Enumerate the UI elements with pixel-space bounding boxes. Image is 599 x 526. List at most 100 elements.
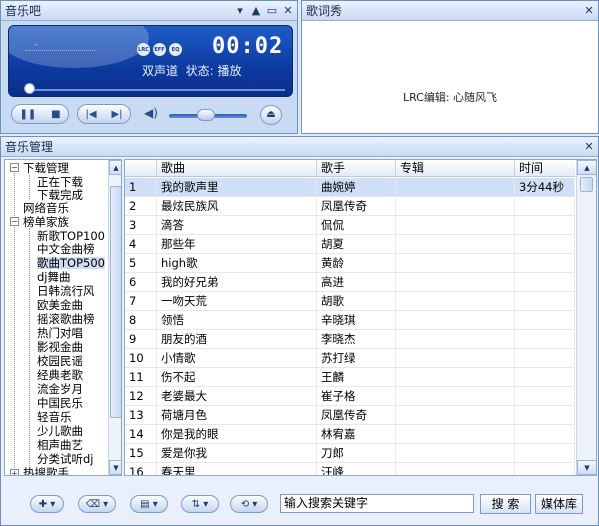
tree-item-download[interactable]: 下载管理	[23, 162, 69, 174]
column-header-song[interactable]: 歌曲	[157, 160, 317, 177]
progress-bar[interactable]	[29, 89, 285, 91]
table-row[interactable]: 3 滴答 侃侃	[125, 216, 575, 235]
table-row[interactable]: 14 你是我的眼 林宥嘉	[125, 425, 575, 444]
play-pause-icon[interactable]: ❚❚	[19, 109, 36, 120]
eject-icon[interactable]: ⏏	[260, 105, 282, 125]
volume-icon[interactable]: ◀)	[144, 106, 158, 120]
tree-item-chart[interactable]: 中文金曲榜	[37, 243, 95, 255]
table-row[interactable]: 6 我的好兄弟 高进	[125, 273, 575, 292]
tree-scrollbar[interactable]: ▲ ▼	[108, 160, 121, 475]
tree-item-chart[interactable]: 流金岁月	[37, 383, 83, 395]
manager-title: 音乐管理	[5, 140, 54, 154]
cell-album	[396, 463, 515, 475]
cell-time	[515, 349, 575, 368]
tree-item-web-music[interactable]: 网络音乐	[23, 202, 69, 214]
table-row[interactable]: 9 朋友的酒 李晓杰	[125, 330, 575, 349]
media-library-button[interactable]: 媒体库	[535, 494, 583, 514]
column-header-time[interactable]: 时间	[515, 160, 575, 177]
table-row[interactable]: 7 一吻天荒 胡歌	[125, 292, 575, 311]
table-row[interactable]: 2 最炫民族风 凤凰传奇	[125, 197, 575, 216]
next-icon[interactable]: ▶|	[111, 109, 122, 120]
cell-time	[515, 368, 575, 387]
delete-button[interactable]: ⌫ ▾	[78, 495, 116, 513]
prev-icon[interactable]: |◀	[85, 109, 96, 120]
menu-dropdown-icon[interactable]: ▾	[233, 4, 247, 18]
restore-icon[interactable]: ▭	[265, 4, 279, 18]
eq-badge-icon[interactable]: EQ	[169, 43, 182, 56]
loop-button[interactable]: ⟲ ▾	[230, 495, 268, 513]
scroll-up-icon[interactable]: ▲	[577, 160, 596, 175]
scroll-thumb[interactable]	[110, 186, 121, 418]
tree-item-chart[interactable]: dj舞曲	[37, 271, 71, 283]
tree-item-chart[interactable]: 校园民谣	[37, 355, 83, 367]
cell-time	[515, 292, 575, 311]
scroll-down-icon[interactable]: ▼	[577, 460, 596, 475]
tree-item-downloaded[interactable]: 下载完成	[37, 189, 83, 201]
tree-item-chart[interactable]: 少儿歌曲	[37, 425, 83, 437]
tree-item-chart[interactable]: 摇滚歌曲榜	[37, 313, 95, 325]
scroll-up-icon[interactable]: ▲	[109, 160, 121, 175]
search-button[interactable]: 搜 索	[480, 494, 531, 514]
cell-album	[396, 292, 515, 311]
list-button[interactable]: ▤ ▾	[130, 495, 168, 513]
column-header-artist[interactable]: 歌手	[317, 160, 396, 177]
collapse-icon[interactable]: −	[10, 163, 19, 172]
stop-icon[interactable]: ■	[51, 109, 60, 120]
table-row[interactable]: 10 小情歌 苏打绿	[125, 349, 575, 368]
lrc-badge-icon[interactable]: LRC	[137, 43, 150, 56]
table-row[interactable]: 16 春天里 汪峰	[125, 463, 575, 475]
cell-song: 老婆最大	[157, 387, 317, 406]
tree-item-charts[interactable]: 榜单家族	[23, 216, 69, 228]
cell-artist: 侃侃	[317, 216, 396, 235]
tree-item-chart[interactable]: 中国民乐	[37, 397, 83, 409]
tree-item-chart[interactable]: 热门对唱	[37, 327, 83, 339]
eff-badge-icon[interactable]: EFF	[153, 43, 166, 56]
tree-item-chart[interactable]: 影视金曲	[37, 341, 83, 353]
delete-icon: ⌫ ▾	[85, 498, 109, 510]
tree-item-chart-selected[interactable]: 歌曲TOP500	[37, 257, 105, 269]
table-row[interactable]: 12 老婆最大 崔子格	[125, 387, 575, 406]
close-icon[interactable]: ✕	[582, 4, 596, 18]
list-icon: ▤ ▾	[140, 498, 158, 510]
cell-song: 领悟	[157, 311, 317, 330]
tree-item-chart[interactable]: 分类试听dj	[37, 453, 94, 465]
column-header-album[interactable]: 专辑	[396, 160, 515, 177]
tree-item-chart[interactable]: 欧美金曲	[37, 299, 83, 311]
close-icon[interactable]: ✕	[281, 4, 295, 18]
table-row[interactable]: 15 爱是你我 刀郎	[125, 444, 575, 463]
search-input[interactable]: 输入搜索关键字	[280, 494, 474, 513]
table-row[interactable]: 11 伤不起 王麟	[125, 368, 575, 387]
tree-item-chart[interactable]: 日韩流行风	[37, 285, 95, 297]
minimize-icon[interactable]: ▲	[249, 4, 263, 18]
table-row[interactable]: 4 那些年 胡夏	[125, 235, 575, 254]
tree-item-hot-artists[interactable]: 热搜歌手	[23, 467, 69, 475]
table-row[interactable]: 1 我的歌声里 曲婉婷 3分44秒	[125, 178, 575, 197]
cell-artist: 凤凰传奇	[317, 197, 396, 216]
list-scrollbar[interactable]: ▲ ▼	[576, 160, 596, 475]
table-row[interactable]: 5 high歌 黄龄	[125, 254, 575, 273]
tree-item-chart[interactable]: 轻音乐	[37, 411, 72, 423]
cell-n: 10	[125, 349, 157, 368]
cell-album	[396, 254, 515, 273]
expand-icon[interactable]: +	[10, 469, 19, 475]
add-button[interactable]: ✚ ▾	[30, 495, 64, 513]
tree-item-chart[interactable]: 相声曲艺	[37, 439, 83, 451]
scroll-down-icon[interactable]: ▼	[109, 460, 121, 475]
close-icon[interactable]: ✕	[582, 140, 596, 154]
volume-knob[interactable]	[197, 109, 215, 121]
table-row[interactable]: 13 荷塘月色 凤凰传奇	[125, 406, 575, 425]
sort-icon: ⇅ ▾	[191, 498, 209, 510]
tree-item-downloading[interactable]: 正在下载	[37, 176, 83, 188]
cell-song: 荷塘月色	[157, 406, 317, 425]
scroll-thumb[interactable]	[580, 177, 593, 192]
collapse-icon[interactable]: −	[10, 217, 19, 226]
tree-item-chart[interactable]: 经典老歌	[37, 369, 83, 381]
progress-knob[interactable]	[24, 83, 35, 94]
tree-item-chart[interactable]: 新歌TOP100	[37, 230, 105, 242]
cell-artist: 苏打绿	[317, 349, 396, 368]
song-list: 歌曲 歌手 专辑 时间 1 我的歌声里 曲婉婷 3分44秒 2 最炫民族风 凤凰传奇 3 滴答侃…	[124, 159, 597, 476]
sort-button[interactable]: ⇅ ▾	[181, 495, 219, 513]
table-row[interactable]: 8 领悟 辛晓琪	[125, 311, 575, 330]
cell-album	[396, 235, 515, 254]
cell-n: 13	[125, 406, 157, 425]
